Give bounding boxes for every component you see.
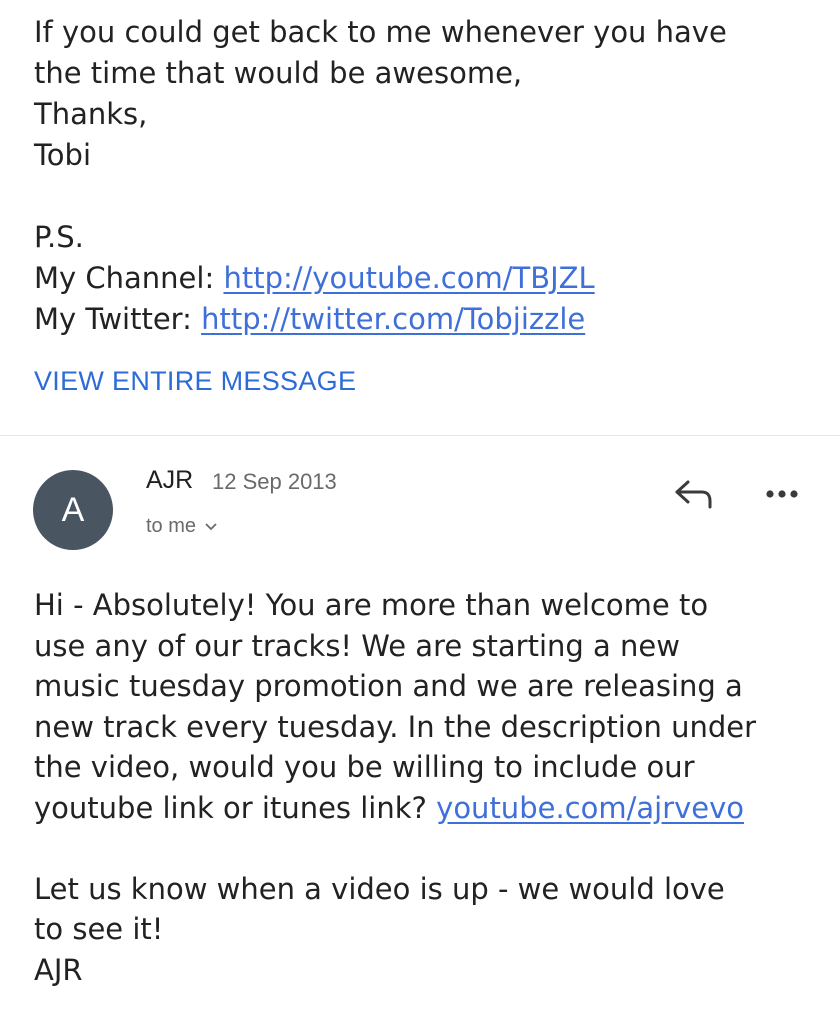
ps-label: P.S. bbox=[34, 220, 84, 254]
body-line: music tuesday promotion and we are relea… bbox=[34, 669, 743, 703]
channel-line: My Channel: http://youtube.com/TBJZL bbox=[34, 258, 824, 299]
avatar[interactable]: A bbox=[33, 470, 113, 550]
avatar-initial: A bbox=[61, 490, 85, 529]
body-line: new track every tuesday. In the descript… bbox=[34, 709, 757, 744]
channel-label: My Channel: bbox=[34, 261, 224, 295]
body-line: the video, would you be willing to inclu… bbox=[34, 750, 695, 784]
recipient-label: to me bbox=[146, 515, 197, 537]
body-link-line: youtube link or itunes link? youtube.com… bbox=[34, 788, 824, 829]
chevron-down-icon bbox=[205, 522, 217, 530]
message-date: 12 Sep 2013 bbox=[212, 469, 337, 494]
twitter-label: My Twitter: bbox=[34, 302, 202, 336]
channel-link[interactable]: http://youtube.com/TBJZL bbox=[223, 261, 594, 295]
quoted-text-line: Tobi bbox=[34, 138, 91, 172]
message-divider bbox=[0, 435, 840, 436]
sender-name[interactable]: AJR bbox=[146, 466, 193, 495]
twitter-link[interactable]: http://twitter.com/Tobjizzle bbox=[201, 302, 585, 336]
recipient-details-toggle[interactable]: to me bbox=[146, 515, 218, 538]
body-line: use any of our tracks! We are starting a… bbox=[34, 628, 680, 663]
quoted-text-line: Thanks, bbox=[34, 97, 148, 131]
twitter-line: My Twitter: http://twitter.com/Tobjizzle bbox=[34, 299, 824, 340]
view-entire-message-button[interactable]: VIEW ENTIRE MESSAGE bbox=[34, 366, 356, 397]
signature: AJR bbox=[34, 952, 83, 987]
quoted-text-line: the time that would be awesome, bbox=[34, 56, 523, 90]
body-line-prefix: youtube link or itunes link? bbox=[34, 790, 437, 825]
message-body: Hi - Absolutely! You are more than welco… bbox=[34, 585, 824, 990]
body-line: Hi - Absolutely! You are more than welco… bbox=[34, 588, 709, 622]
quoted-message-preview: If you could get back to me whenever you… bbox=[34, 12, 824, 340]
closing-line: Let us know when a video is up - we woul… bbox=[34, 871, 725, 906]
closing-line: to see it! bbox=[34, 912, 164, 946]
reply-icon[interactable] bbox=[672, 476, 716, 512]
more-options-icon[interactable] bbox=[762, 486, 802, 502]
quoted-text-line: If you could get back to me whenever you… bbox=[34, 15, 727, 49]
youtube-link[interactable]: youtube.com/ajrvevo bbox=[436, 791, 744, 825]
